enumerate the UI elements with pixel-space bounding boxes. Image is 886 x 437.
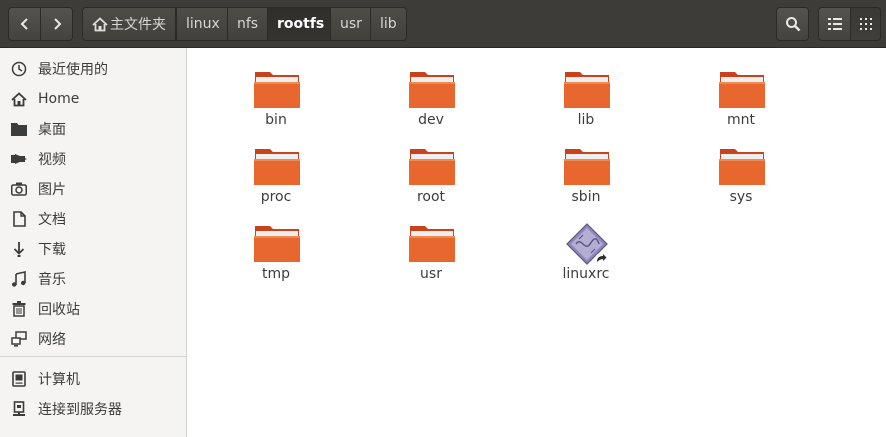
server-icon: [10, 400, 28, 418]
sidebar-item-label: 图片: [38, 182, 66, 198]
desktop-folder-icon: [10, 120, 28, 138]
folder-item[interactable]: lib: [526, 54, 646, 128]
sidebar-item-label: 文档: [38, 212, 66, 228]
sidebar-item-computer[interactable]: 计算机: [0, 365, 186, 393]
home-icon: [92, 16, 108, 31]
breadcrumb-label: linux: [186, 16, 220, 32]
file-name: sys: [729, 189, 753, 205]
folder-icon: [718, 145, 766, 187]
chevron-left-icon: [20, 18, 28, 30]
file-name: sbin: [571, 189, 601, 205]
music-icon: [10, 270, 28, 288]
sidebar-item-label: 最近使用的: [38, 62, 108, 78]
file-name: usr: [420, 266, 442, 282]
document-icon: [10, 210, 28, 228]
sidebar-item-desktop[interactable]: 桌面: [0, 115, 186, 143]
sidebar-divider: [0, 356, 186, 357]
file-name: linuxrc: [562, 266, 610, 282]
clock-icon: [10, 60, 28, 78]
breadcrumb-rootfs[interactable]: rootfs: [267, 7, 335, 41]
file-name: root: [416, 189, 446, 205]
sidebar-item-label: 回收站: [38, 302, 80, 318]
file-name: tmp: [261, 266, 290, 282]
video-icon: [10, 150, 28, 168]
folder-item[interactable]: tmp: [216, 208, 336, 282]
folder-icon: [563, 145, 611, 187]
folder-item[interactable]: dev: [371, 54, 491, 128]
sidebar-item-network[interactable]: 网络: [0, 325, 186, 353]
sidebar: 最近使用的 Home 桌面 视频 图片 文档 下载 音乐 回收站 网络 计算机 …: [0, 48, 187, 437]
network-icon: [10, 330, 28, 348]
breadcrumb-label: 主文件夹: [110, 17, 166, 33]
trash-icon: [10, 300, 28, 318]
computer-icon: [10, 370, 28, 388]
forward-button[interactable]: [40, 7, 73, 41]
folder-item[interactable]: usr: [371, 208, 491, 282]
breadcrumb-label: rootfs: [277, 16, 325, 32]
file-name: lib: [577, 112, 595, 128]
sidebar-item-label: Home: [38, 91, 80, 107]
breadcrumb-usr[interactable]: usr: [330, 7, 372, 41]
folder-icon: [253, 222, 301, 264]
sidebar-item-label: 计算机: [38, 372, 80, 388]
folder-item[interactable]: sys: [681, 131, 801, 205]
breadcrumb-linux[interactable]: linux: [176, 7, 230, 41]
list-view-icon: [827, 18, 842, 30]
file-view: bin dev lib mnt proc root sbin sys tmp u…: [188, 48, 886, 437]
breadcrumb-label: usr: [340, 16, 362, 32]
breadcrumb-nfs[interactable]: nfs: [227, 7, 269, 41]
folder-icon: [408, 222, 456, 264]
file-name: dev: [418, 112, 444, 128]
executable-symlink-icon: [563, 222, 611, 265]
home-icon: [10, 90, 28, 108]
back-button[interactable]: [8, 7, 41, 41]
sidebar-item-home[interactable]: Home: [0, 85, 186, 113]
file-name: proc: [260, 189, 292, 205]
download-icon: [10, 240, 28, 258]
sidebar-item-videos[interactable]: 视频: [0, 145, 186, 173]
camera-icon: [10, 180, 28, 198]
folder-icon: [408, 68, 456, 110]
sidebar-item-label: 网络: [38, 332, 66, 348]
breadcrumb-label: lib: [380, 16, 397, 32]
sidebar-item-label: 视频: [38, 152, 66, 168]
file-name: mnt: [727, 112, 755, 128]
folder-icon: [408, 145, 456, 187]
breadcrumb-home[interactable]: 主文件夹: [82, 7, 176, 41]
folder-icon: [563, 68, 611, 110]
folder-item[interactable]: mnt: [681, 54, 801, 128]
folder-icon: [253, 145, 301, 187]
sidebar-item-label: 下载: [38, 242, 66, 258]
grid-view-button[interactable]: [850, 7, 881, 41]
chevron-right-icon: [53, 18, 61, 30]
file-name: bin: [265, 112, 287, 128]
sidebar-item-pictures[interactable]: 图片: [0, 175, 186, 203]
folder-icon: [718, 68, 766, 110]
breadcrumb-lib[interactable]: lib: [370, 7, 407, 41]
sidebar-item-label: 音乐: [38, 272, 66, 288]
folder-item[interactable]: proc: [216, 131, 336, 205]
sidebar-item-trash[interactable]: 回收站: [0, 295, 186, 323]
list-view-button[interactable]: [818, 7, 851, 41]
sidebar-item-connect-server[interactable]: 连接到服务器: [0, 395, 186, 423]
sidebar-item-music[interactable]: 音乐: [0, 265, 186, 293]
search-icon: [785, 17, 800, 32]
sidebar-item-label: 连接到服务器: [38, 402, 122, 418]
search-button[interactable]: [776, 7, 809, 41]
sidebar-item-recent[interactable]: 最近使用的: [0, 55, 186, 83]
folder-item[interactable]: bin: [216, 54, 336, 128]
sidebar-item-documents[interactable]: 文档: [0, 205, 186, 233]
breadcrumb-label: nfs: [237, 16, 259, 32]
grid-view-icon: [859, 18, 872, 30]
header-bar: 主文件夹 linux nfs rootfs usr lib: [0, 0, 886, 48]
sidebar-item-downloads[interactable]: 下载: [0, 235, 186, 263]
folder-item[interactable]: sbin: [526, 131, 646, 205]
symlink-item[interactable]: linuxrc: [526, 208, 646, 282]
folder-icon: [253, 68, 301, 110]
folder-item[interactable]: root: [371, 131, 491, 205]
sidebar-item-label: 桌面: [38, 122, 66, 138]
